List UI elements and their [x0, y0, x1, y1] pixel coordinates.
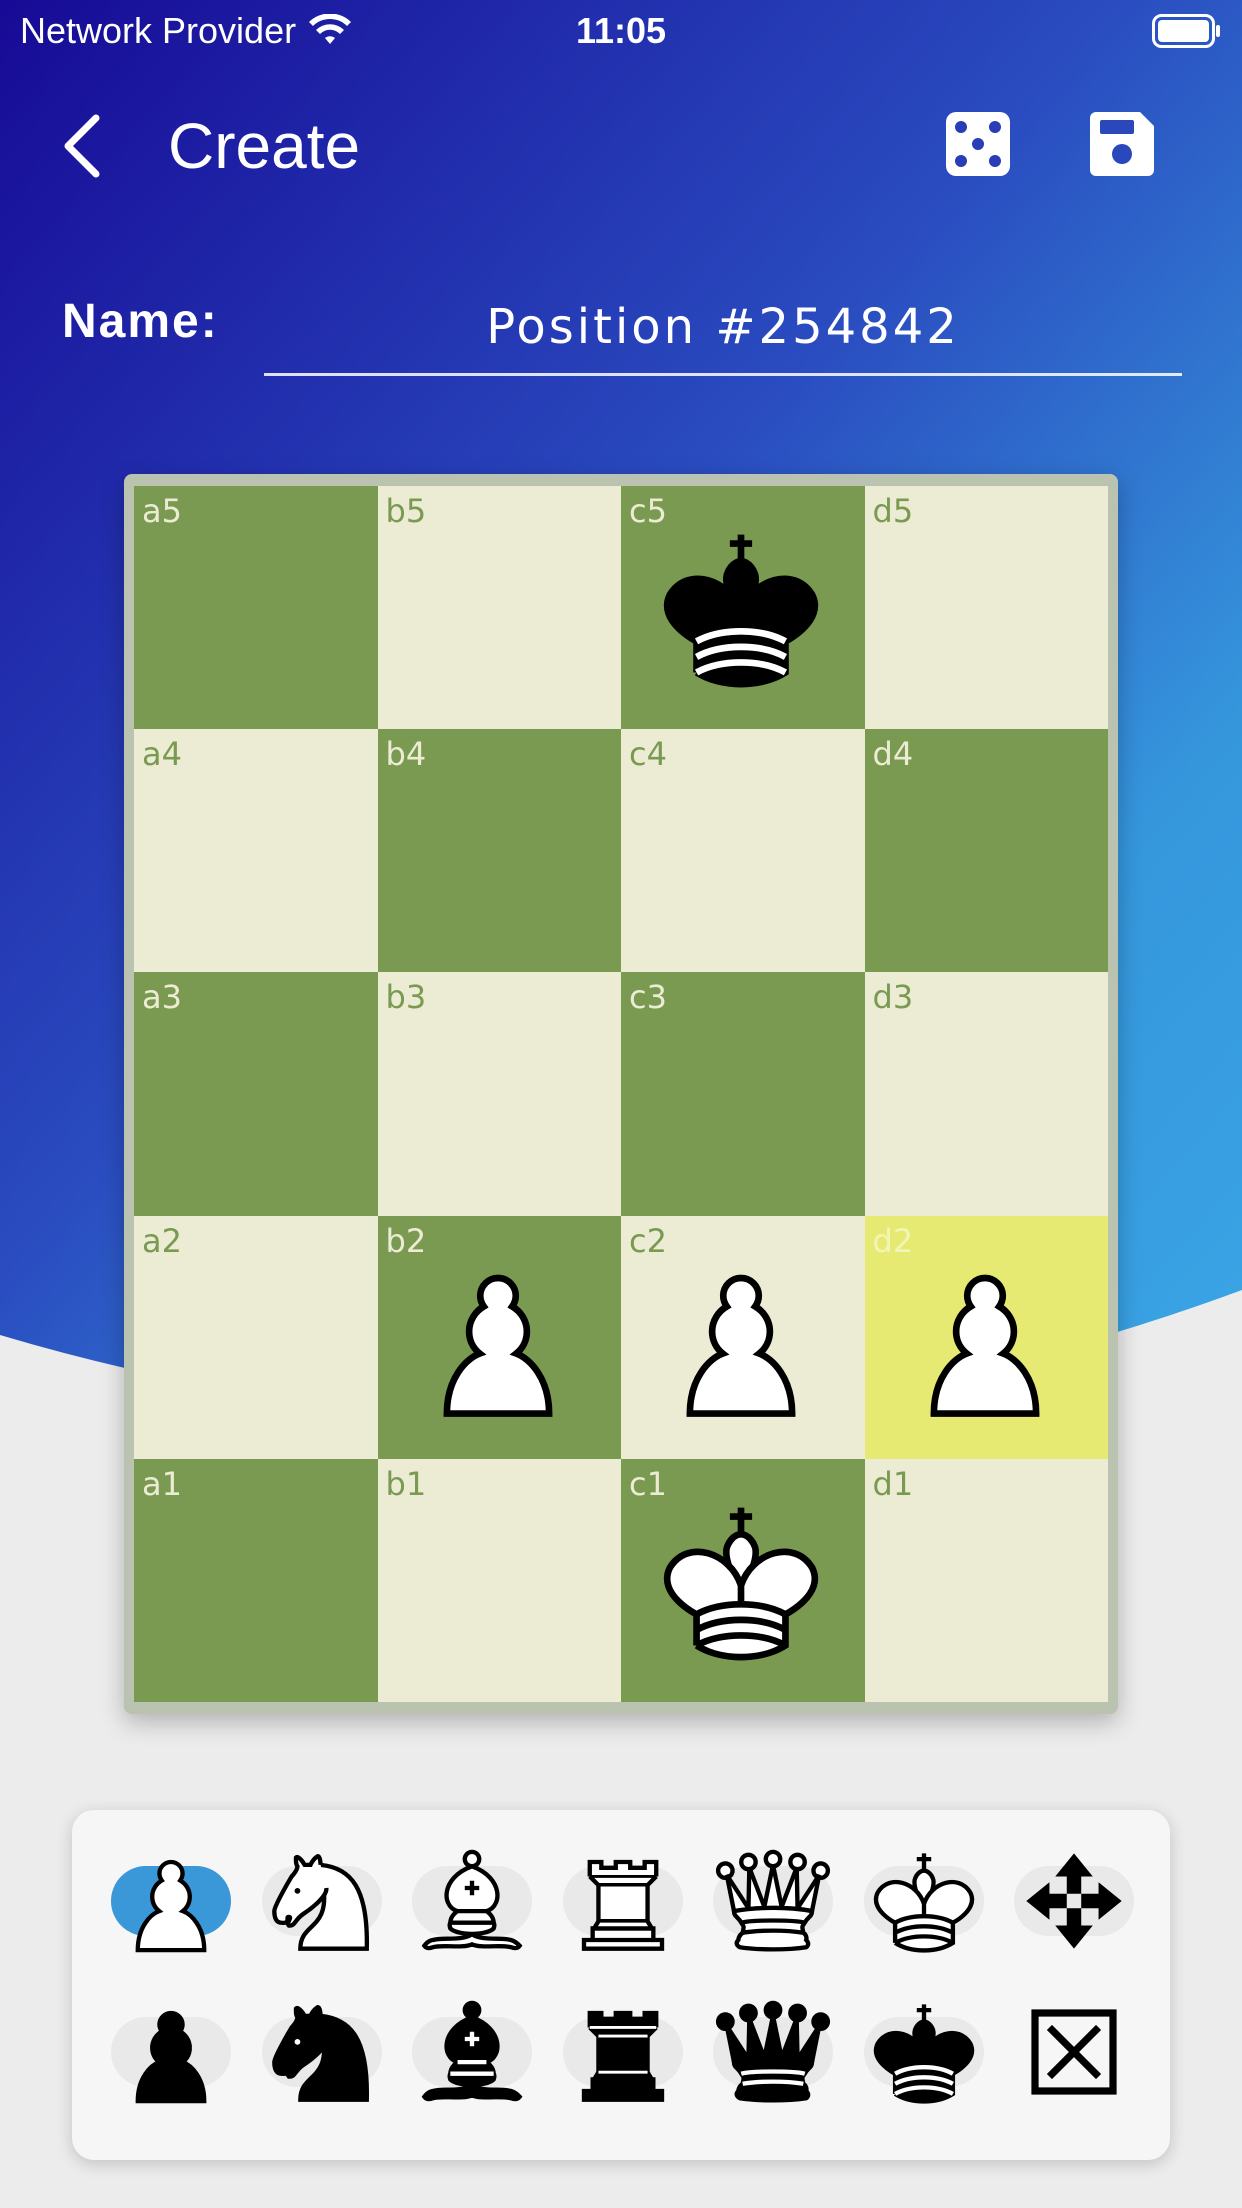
- square-coordinate: d4: [872, 735, 914, 774]
- palette-white-king[interactable]: [859, 1836, 989, 1966]
- square-c3[interactable]: c3: [621, 972, 865, 1216]
- palette-white-rook[interactable]: [558, 1836, 688, 1966]
- square-coordinate: a2: [142, 1221, 182, 1260]
- palette-white-pawn[interactable]: [106, 1836, 236, 1966]
- square-b5[interactable]: b5: [377, 486, 621, 730]
- square-a5[interactable]: a5: [134, 486, 378, 730]
- square-b1[interactable]: b1: [377, 1458, 621, 1702]
- square-coordinate: a5: [142, 492, 182, 530]
- square-d5[interactable]: d5: [864, 486, 1108, 730]
- palette-white-bishop[interactable]: [407, 1836, 537, 1966]
- square-b4[interactable]: b4: [377, 729, 621, 973]
- palette-black-pawn[interactable]: [106, 1987, 236, 2117]
- battery-icon: [1152, 14, 1220, 48]
- square-c1[interactable]: c1: [621, 1458, 865, 1702]
- square-coordinate: c3: [629, 978, 667, 1017]
- square-c2[interactable]: c2: [621, 1215, 865, 1459]
- square-a3[interactable]: a3: [134, 972, 378, 1216]
- square-coordinate: b4: [385, 735, 427, 774]
- palette-black-knight[interactable]: [257, 1987, 387, 2117]
- square-coordinate: d5: [872, 492, 914, 530]
- palette-white-queen[interactable]: [708, 1836, 838, 1966]
- square-d4[interactable]: d4: [864, 729, 1108, 973]
- navigation-bar: Create: [0, 100, 1242, 190]
- square-a4[interactable]: a4: [134, 729, 378, 973]
- square-coordinate: d1: [872, 1464, 914, 1503]
- chevron-left-icon: [64, 114, 100, 178]
- back-button[interactable]: [56, 108, 112, 184]
- square-coordinate: d3: [872, 978, 914, 1017]
- square-coordinate: a4: [142, 735, 182, 774]
- square-coordinate: a3: [142, 978, 182, 1017]
- name-row: Name:: [0, 280, 1242, 380]
- square-d1[interactable]: d1: [864, 1458, 1108, 1702]
- square-coordinate: b3: [385, 978, 427, 1017]
- square-b3[interactable]: b3: [377, 972, 621, 1216]
- random-position-button[interactable]: [944, 110, 1012, 178]
- square-a1[interactable]: a1: [134, 1458, 378, 1702]
- chess-board: a5 b5 c5 d5 a4 b4 c4 d4 a3 b3 c3 d3 a2 b2 c2 d2 a1 b1 c1 …: [134, 486, 1108, 1702]
- square-a2[interactable]: a2: [134, 1215, 378, 1459]
- palette-black-bishop[interactable]: [407, 1987, 537, 2117]
- black-king-piece[interactable]: [641, 508, 841, 708]
- white-king-piece[interactable]: [641, 1481, 841, 1681]
- square-d3[interactable]: d3: [864, 972, 1108, 1216]
- page-title: Create: [168, 110, 361, 182]
- square-coordinate: c4: [629, 735, 667, 774]
- white-pawn-piece[interactable]: [398, 1238, 598, 1438]
- palette-black-queen[interactable]: [708, 1987, 838, 2117]
- square-coordinate: a1: [142, 1464, 182, 1503]
- piece-palette: [72, 1810, 1170, 2160]
- position-name-input[interactable]: [264, 280, 1182, 376]
- dice-icon: [946, 112, 1010, 176]
- palette-black-king[interactable]: [859, 1987, 989, 2117]
- white-pawn-piece[interactable]: [641, 1238, 841, 1438]
- square-coordinate: b5: [385, 492, 427, 530]
- status-bar: Network Provider 11:05: [0, 0, 1242, 64]
- square-d2[interactable]: d2: [864, 1215, 1108, 1459]
- move-tool-button[interactable]: [1009, 1836, 1139, 1966]
- save-button[interactable]: [1088, 110, 1156, 178]
- square-coordinate: b1: [385, 1464, 427, 1503]
- palette-white-knight[interactable]: [257, 1836, 387, 1966]
- square-b2[interactable]: b2: [377, 1215, 621, 1459]
- name-label: Name:: [62, 295, 219, 348]
- square-c5[interactable]: c5: [621, 486, 865, 730]
- delete-tool-button[interactable]: [1009, 1987, 1139, 2117]
- save-icon: [1090, 112, 1154, 176]
- palette-black-rook[interactable]: [558, 1987, 688, 2117]
- status-time: 11:05: [575, 10, 667, 51]
- white-pawn-piece[interactable]: [885, 1238, 1085, 1438]
- square-c4[interactable]: c4: [621, 729, 865, 973]
